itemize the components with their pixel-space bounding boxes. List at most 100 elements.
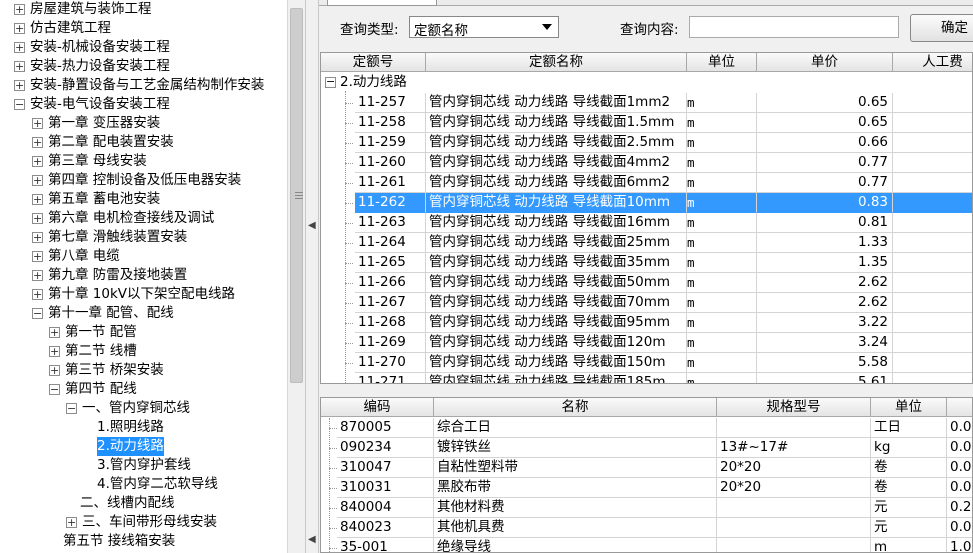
expand-icon[interactable]: + bbox=[14, 80, 25, 91]
tree-scrollbar[interactable] bbox=[287, 0, 305, 553]
cell-name: 管内穿铜芯线 动力线路 导线截面1.5mm bbox=[426, 113, 687, 133]
cell-unit: 元 bbox=[871, 518, 947, 538]
cell-unit: m bbox=[687, 273, 757, 293]
expand-icon[interactable]: + bbox=[32, 137, 43, 148]
cell-code: 840004 bbox=[337, 498, 434, 518]
tree-node-label: 安装-机械设备安装工程 bbox=[30, 39, 170, 55]
expand-icon[interactable]: + bbox=[32, 232, 43, 243]
header-price[interactable]: 单价 bbox=[757, 53, 893, 72]
cell-code: 11-266 bbox=[355, 273, 426, 293]
tree-node-label: 3.管内穿护套线 bbox=[97, 457, 191, 473]
cell-code: 35-001 bbox=[337, 538, 434, 552]
expand-icon[interactable]: + bbox=[66, 517, 77, 528]
cell-unit: m bbox=[687, 213, 757, 233]
cell-price: 0.66 bbox=[757, 133, 893, 153]
tree-node-label: 第七章 滑触线装置安装 bbox=[48, 229, 188, 245]
cell-name: 管内穿铜芯线 动力线路 导线截面70mm bbox=[426, 293, 687, 313]
tree-node-label: 第三章 母线安装 bbox=[48, 153, 147, 169]
expand-icon[interactable]: + bbox=[49, 346, 60, 357]
expand-icon[interactable]: + bbox=[32, 251, 43, 262]
collapse-icon[interactable]: − bbox=[32, 308, 43, 319]
header-labor[interactable]: 人工费 bbox=[893, 53, 972, 72]
expand-icon[interactable]: + bbox=[14, 4, 25, 15]
header-res-code[interactable]: 编码 bbox=[321, 398, 434, 417]
tree-node-label: 第二节 线槽 bbox=[65, 343, 137, 359]
cell-name: 管内穿铜芯线 动力线路 导线截面4mm2 bbox=[426, 153, 687, 173]
cell-unit: m bbox=[687, 93, 757, 113]
cell-code: 11-261 bbox=[355, 173, 426, 193]
tree-scrollbar-thumb[interactable] bbox=[290, 8, 303, 383]
group-row[interactable]: − 2.动力线路 bbox=[321, 73, 972, 92]
cell-code: 11-257 bbox=[355, 93, 426, 113]
confirm-button[interactable]: 确定 bbox=[910, 14, 973, 42]
cell-unit: m bbox=[687, 113, 757, 133]
cell-unit: 元 bbox=[871, 498, 947, 518]
cell-code: 11-268 bbox=[355, 313, 426, 333]
expand-icon[interactable]: + bbox=[14, 61, 25, 72]
cell-name: 管内穿铜芯线 动力线路 导线截面185m bbox=[426, 373, 687, 383]
cell-code: 840023 bbox=[337, 518, 434, 538]
cell-spec bbox=[717, 538, 871, 552]
scroll-left-icon[interactable]: ◀ bbox=[308, 534, 316, 545]
expand-icon[interactable]: + bbox=[49, 365, 60, 376]
header-unit[interactable]: 单位 bbox=[687, 53, 757, 72]
cell-unit: m bbox=[687, 313, 757, 333]
cell-code: 870005 bbox=[337, 418, 434, 438]
expand-icon[interactable]: + bbox=[32, 270, 43, 281]
cell-code: 11-267 bbox=[355, 293, 426, 313]
cell-price: 3.22 bbox=[757, 313, 893, 333]
header-res-qty[interactable] bbox=[947, 398, 972, 417]
cell-labor bbox=[893, 353, 972, 373]
collapse-left-icon[interactable]: ◀ bbox=[308, 220, 316, 231]
tab-active[interactable] bbox=[327, 0, 437, 6]
cell-labor bbox=[893, 233, 972, 253]
tree-node-label: 二、线槽内配线 bbox=[80, 495, 175, 511]
cell-code: 11-263 bbox=[355, 213, 426, 233]
expand-icon[interactable]: + bbox=[49, 327, 60, 338]
pane-splitter[interactable]: ◀ ◀ bbox=[305, 0, 319, 553]
collapse-icon[interactable]: − bbox=[66, 403, 77, 414]
expand-icon[interactable]: + bbox=[32, 118, 43, 129]
cell-spec bbox=[717, 498, 871, 518]
cell-name: 自粘性塑料带 bbox=[434, 458, 717, 478]
expand-icon[interactable]: + bbox=[14, 42, 25, 53]
header-code[interactable]: 定额号 bbox=[321, 53, 426, 72]
cell-qty: 0.2 bbox=[947, 498, 972, 518]
cell-name: 管内穿铜芯线 动力线路 导线截面2.5mm bbox=[426, 133, 687, 153]
query-type-label: 查询类型: bbox=[340, 22, 399, 38]
tree-node-label: 第四节 配线 bbox=[65, 381, 137, 397]
tree-node-label: 第六章 电机检查接线及调试 bbox=[48, 210, 215, 226]
query-content-input[interactable] bbox=[689, 16, 899, 38]
expand-icon[interactable]: + bbox=[32, 156, 43, 167]
header-res-name[interactable]: 名称 bbox=[434, 398, 717, 417]
cell-name: 其他材料费 bbox=[434, 498, 717, 518]
tree-node-label: 第五章 蓄电池安装 bbox=[48, 191, 161, 207]
collapse-icon[interactable]: − bbox=[14, 99, 25, 110]
expand-icon[interactable]: + bbox=[32, 213, 43, 224]
cell-labor bbox=[893, 253, 972, 273]
cell-unit: m bbox=[687, 193, 757, 213]
collapse-icon[interactable]: − bbox=[325, 76, 336, 88]
header-res-unit[interactable]: 单位 bbox=[871, 398, 947, 417]
expand-icon[interactable]: + bbox=[32, 194, 43, 205]
expand-icon[interactable]: + bbox=[32, 289, 43, 300]
cell-code: 11-260 bbox=[355, 153, 426, 173]
expand-icon[interactable]: + bbox=[32, 175, 43, 186]
cell-code: 090234 bbox=[337, 438, 434, 458]
cell-code: 11-262 bbox=[355, 193, 426, 213]
cell-spec bbox=[717, 418, 871, 438]
cell-spec: 20*20 bbox=[717, 458, 871, 478]
cell-price: 0.83 bbox=[757, 193, 893, 213]
chevron-down-icon[interactable] bbox=[542, 24, 552, 30]
expand-icon[interactable]: + bbox=[14, 23, 25, 34]
cell-unit: m bbox=[687, 333, 757, 353]
tree-node-label: 第十一章 配管、配线 bbox=[48, 305, 174, 321]
header-name[interactable]: 定额名称 bbox=[426, 53, 687, 72]
query-type-value: 定额名称 bbox=[414, 23, 468, 39]
cell-name: 绝缘导线 bbox=[434, 538, 717, 552]
cell-unit: 卷 bbox=[871, 478, 947, 498]
collapse-icon[interactable]: − bbox=[49, 384, 60, 395]
quota-tree[interactable]: + 房屋建筑与装饰工程 + 仿古建筑工程 + 安装-机械设备安装工程 + 安装-热力设备安装工… bbox=[0, 0, 287, 553]
header-res-spec[interactable]: 规格型号 bbox=[717, 398, 871, 417]
query-type-select[interactable]: 定额名称 bbox=[409, 16, 559, 39]
